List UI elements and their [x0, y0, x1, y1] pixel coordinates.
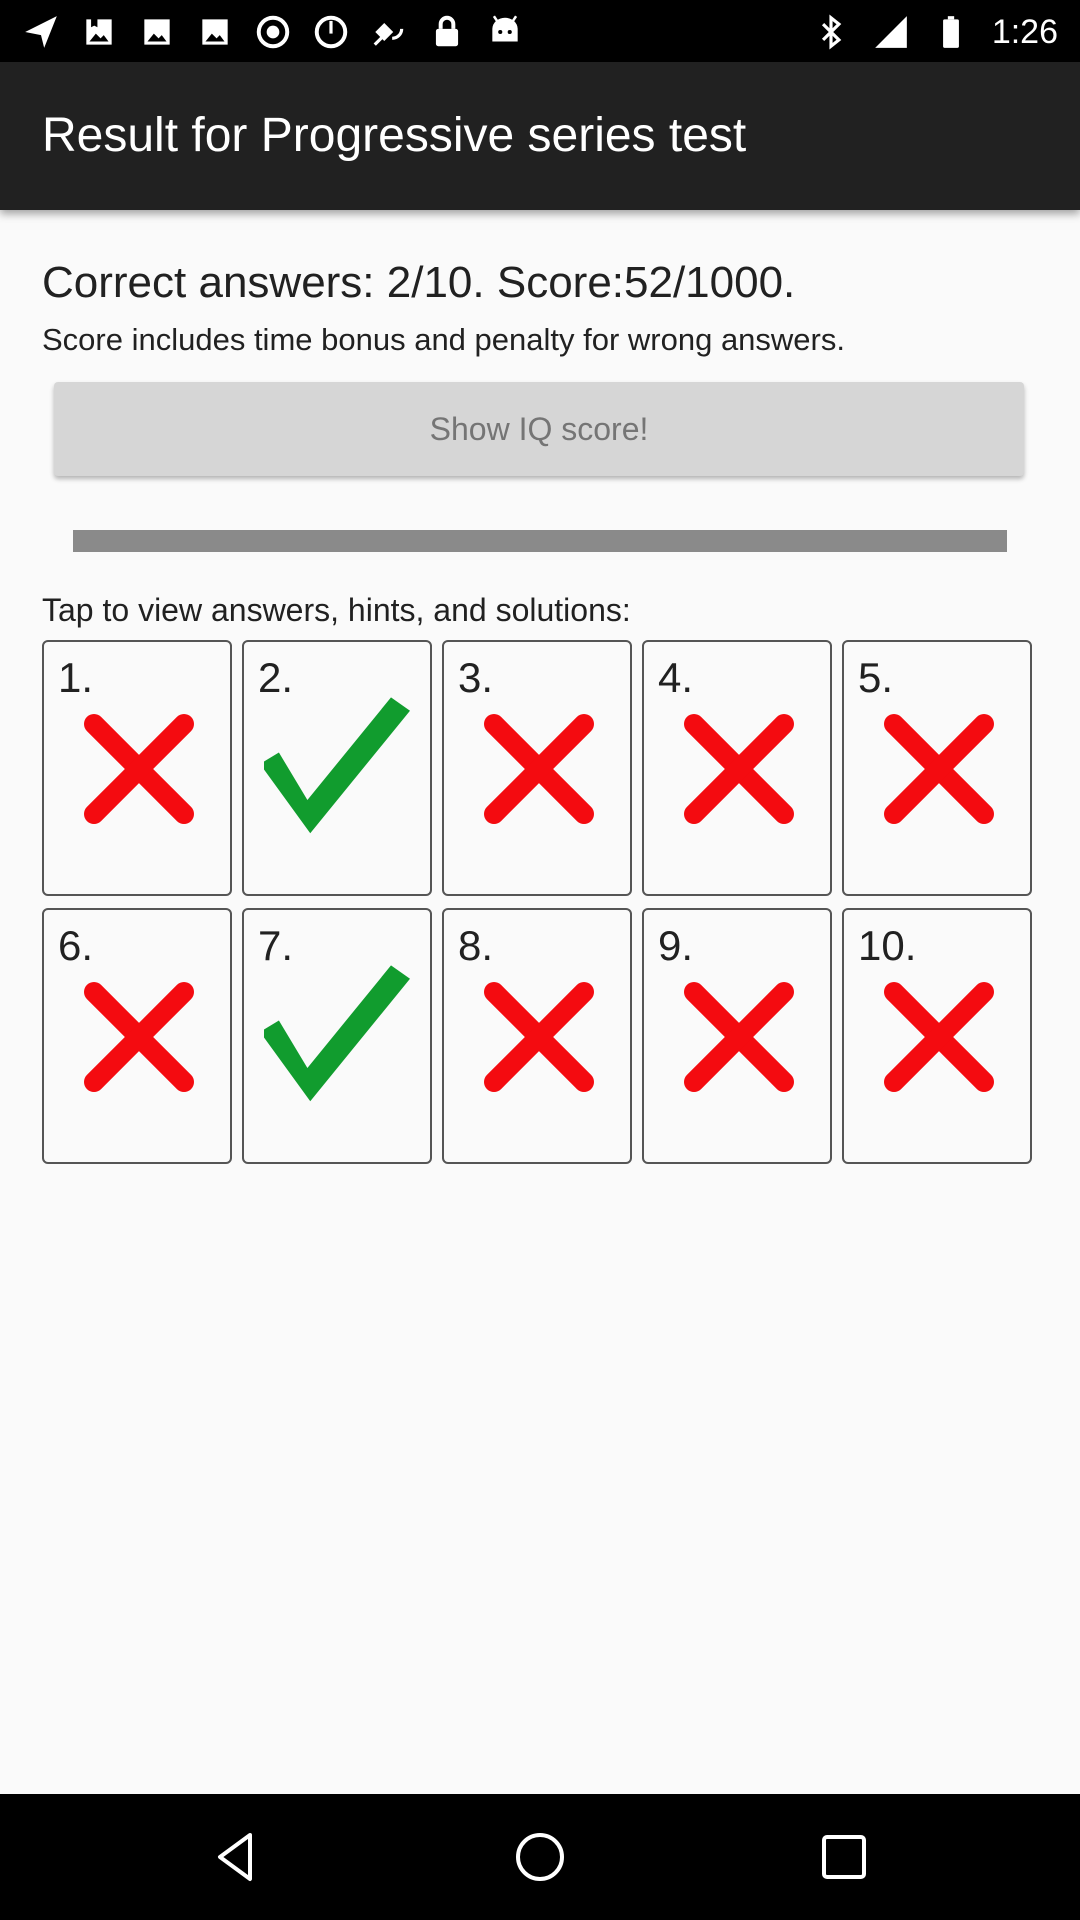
result-summary: Correct answers: 2/10. Score:52/1000. [42, 258, 796, 307]
result-content: Correct answers: 2/10. Score:52/1000. Sc… [0, 210, 1080, 1794]
cross-icon [684, 982, 794, 1092]
answer-card-5[interactable]: 5. [842, 640, 1032, 896]
navigation-arrow-icon [25, 16, 57, 48]
android-icon [492, 15, 518, 42]
app-bar: Result for Progressive series test [0, 62, 1080, 210]
show-iq-score-button[interactable]: Show IQ score! [54, 382, 1024, 476]
home-icon[interactable] [510, 1827, 570, 1887]
answer-card-9[interactable]: 9. [642, 908, 832, 1164]
cross-icon [884, 982, 994, 1092]
navigation-bar [0, 1794, 1080, 1920]
back-icon[interactable] [206, 1827, 266, 1887]
status-icons-left [22, 12, 524, 52]
cross-icon [84, 982, 194, 1092]
answer-card-7[interactable]: 7. [242, 908, 432, 1164]
photo-icon [86, 19, 112, 45]
score-note: Score includes time bonus and penalty fo… [42, 322, 845, 357]
bluetooth-icon [821, 14, 842, 50]
signal-icon [874, 16, 907, 48]
lock-icon [435, 15, 459, 47]
cross-icon [484, 982, 594, 1092]
cross-icon [84, 714, 194, 824]
answer-card-4[interactable]: 4. [642, 640, 832, 896]
recents-icon[interactable] [814, 1827, 874, 1887]
status-time: 1:26 [991, 12, 1058, 51]
cross-icon [684, 714, 794, 824]
answers-instruction: Tap to view answers, hints, and solution… [42, 592, 631, 628]
checkmark-icon [264, 965, 411, 1102]
radio-icon [314, 15, 348, 49]
photo-icon [202, 19, 228, 45]
progress-bar [73, 530, 1007, 552]
checkmark-icon [264, 697, 411, 834]
fake-gps-icon [373, 23, 404, 46]
answer-card-6[interactable]: 6. [42, 908, 232, 1164]
answer-card-8[interactable]: 8. [442, 908, 632, 1164]
progress-bar-fill [73, 530, 1007, 552]
page-title: Result for Progressive series test [42, 109, 747, 162]
answer-card-1[interactable]: 1. [42, 640, 232, 896]
radio-icon [256, 15, 290, 49]
answer-card-2[interactable]: 2. [242, 640, 432, 896]
status-bar: 1:26 [0, 0, 1080, 62]
battery-icon [942, 16, 959, 48]
cross-icon [484, 714, 594, 824]
status-icons-right: 1:26 [812, 12, 1058, 52]
answer-card-3[interactable]: 3. [442, 640, 632, 896]
photo-icon [144, 19, 170, 45]
answer-card-10[interactable]: 10. [842, 908, 1032, 1164]
cross-icon [884, 714, 994, 824]
